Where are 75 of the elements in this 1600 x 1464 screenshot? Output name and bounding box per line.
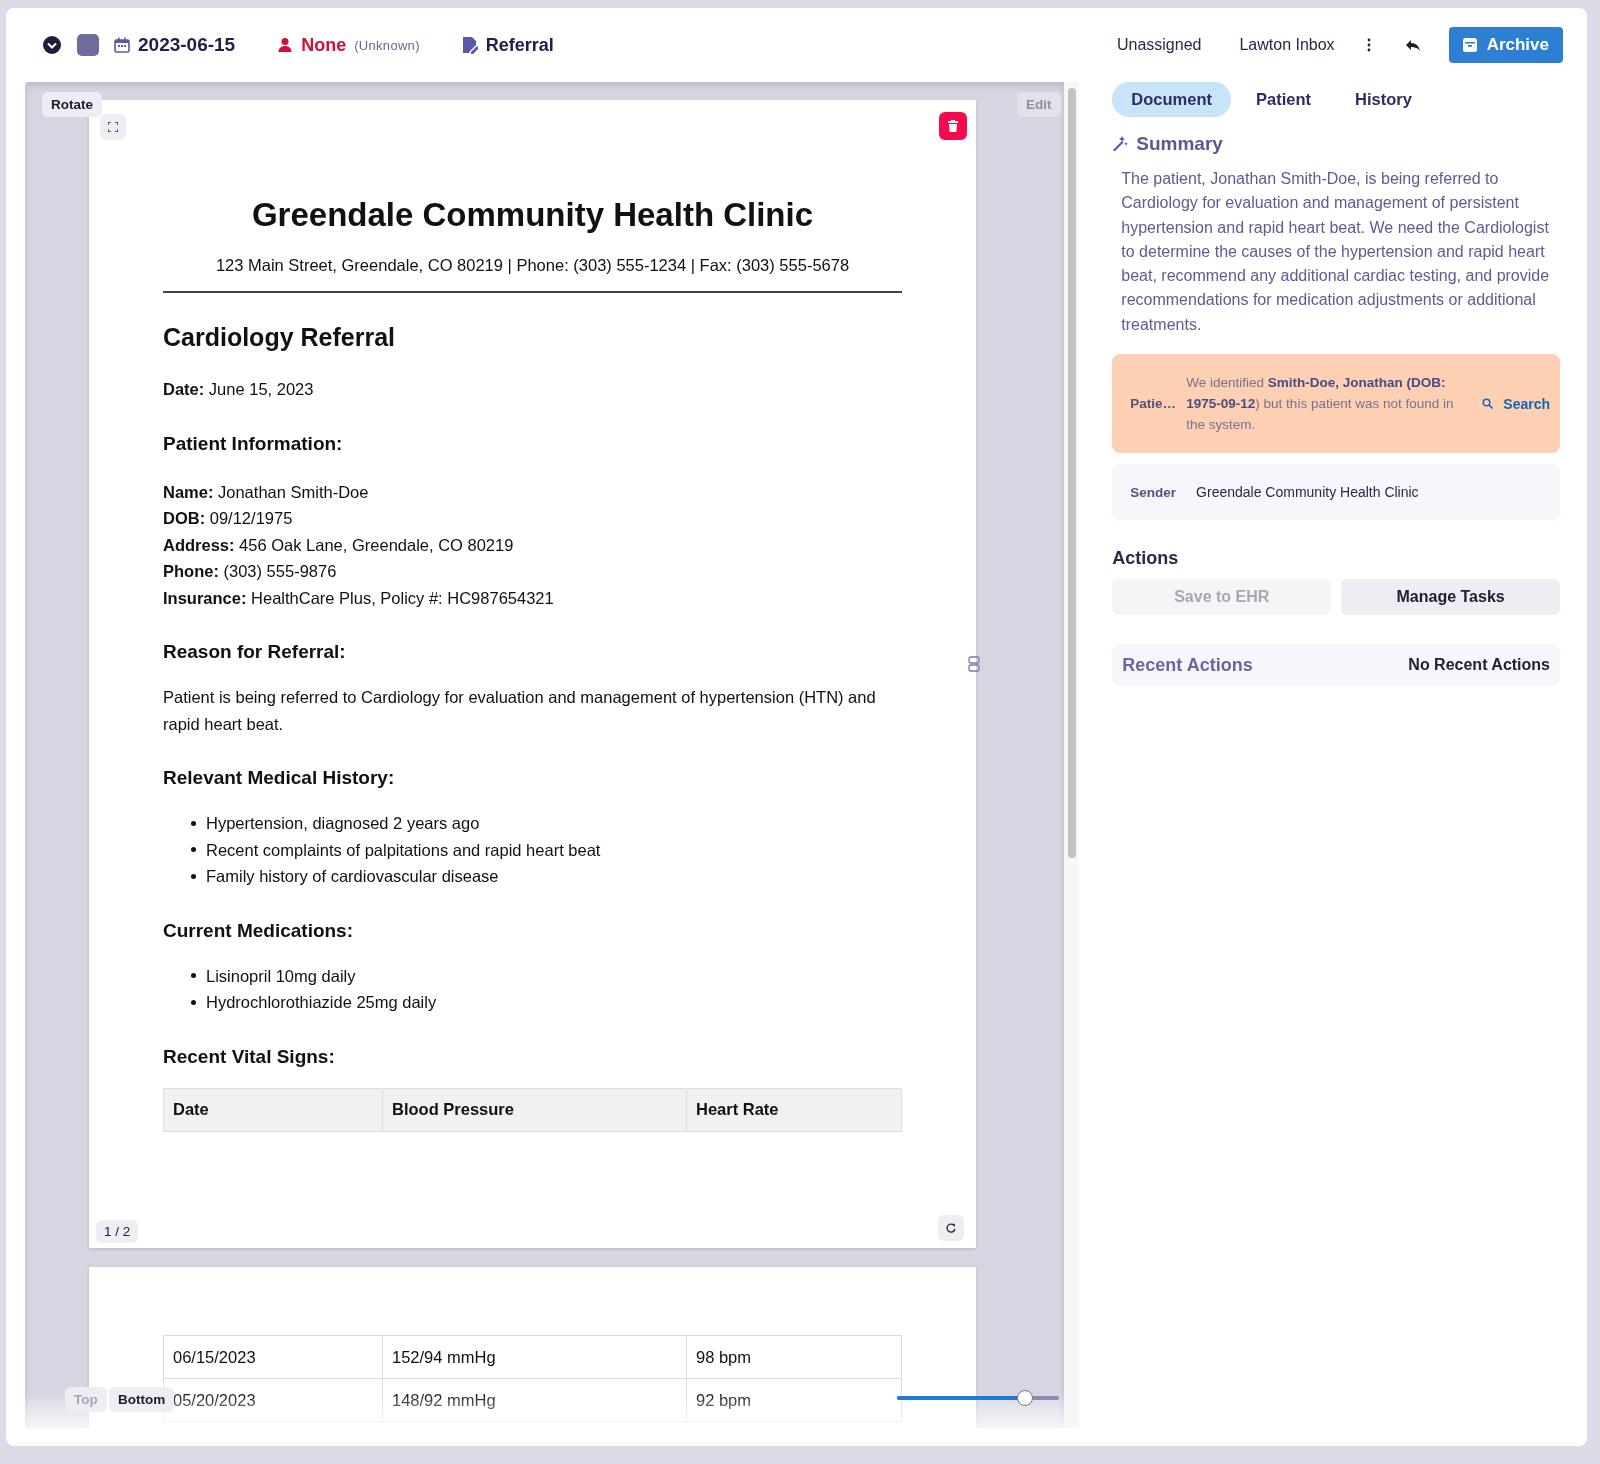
rotate-page-button[interactable] [938, 1215, 964, 1241]
column-header: Date [163, 1088, 383, 1131]
table-cell: 148/92 mmHg [382, 1378, 687, 1422]
bullet-dot [191, 820, 196, 826]
magic-wand-icon [1112, 136, 1129, 152]
clinic-address: 123 Main Street, Greendale, CO 80219 | Phone: (303) 555-1234 | Fax: (303) 555-5678 [163, 256, 902, 293]
bullet-dot [191, 847, 196, 853]
page-indicator: 1 / 2 [96, 1220, 139, 1243]
document-edit-icon [461, 36, 478, 54]
recent-actions-value: No Recent Actions [1408, 656, 1550, 675]
chevron-down-icon[interactable] [42, 35, 62, 55]
list-item: Recent complaints of palpitations and rapid heart beat [206, 839, 601, 861]
field-line: Date: June 15, 2023 [163, 379, 315, 400]
recent-actions-heading: Recent Actions [1122, 654, 1253, 676]
expand-icon [108, 122, 118, 132]
table-cell: 06/15/2023 [163, 1335, 383, 1379]
bullet-dot [191, 973, 196, 979]
zoom-slider[interactable] [897, 1390, 1059, 1406]
action-button[interactable]: Manage Tasks [1341, 579, 1560, 616]
clinic-name: Greendale Community Health Clinic [250, 196, 815, 234]
search-icon [1482, 398, 1494, 410]
scrollbar-thumb[interactable] [1067, 88, 1076, 858]
rotate-icon [945, 1222, 957, 1234]
list-item: Hydrochlorothiazide 25mg daily [206, 992, 437, 1013]
section-heading: Current Medications: [163, 919, 355, 942]
table-cell: 92 bpm [686, 1378, 902, 1422]
field-line: DOB: 09/12/1975 [163, 508, 294, 529]
column-header: Blood Pressure [382, 1088, 687, 1131]
table-cell: 98 bpm [686, 1335, 902, 1379]
search-button[interactable]: Search [1482, 395, 1550, 412]
patient-name[interactable]: None [301, 34, 347, 56]
slider-thumb[interactable] [1016, 1390, 1033, 1406]
banner-message: We identified Smith-Doe, Jonathan (DOB: 1975-09-12) but this patient was not found in the system. [1186, 374, 1455, 435]
rotate-button[interactable]: Rotate [42, 92, 102, 117]
column-header: Heart Rate [686, 1088, 902, 1131]
scroll-bottom-button[interactable]: Bottom [109, 1387, 175, 1412]
patient-status: (Unknown) [354, 37, 420, 53]
trash-icon [948, 120, 958, 132]
section-heading: Patient Information: [163, 432, 344, 455]
calendar-icon [114, 37, 130, 53]
document-type[interactable]: Referral [485, 34, 554, 56]
person-icon [277, 37, 294, 53]
table-cell: 152/94 mmHg [382, 1335, 687, 1379]
archive-button[interactable]: Archive [1448, 27, 1563, 63]
section-heading: Reason for Referral: [163, 641, 347, 663]
list-item: Lisinopril 10mg daily [206, 965, 356, 987]
sender-value: Greendale Community Health Clinic [1196, 484, 1419, 501]
split-view-icon[interactable] [968, 656, 980, 672]
tab[interactable]: Patient [1236, 82, 1330, 117]
summary-heading: Summary [1136, 133, 1223, 155]
paragraph: Patient is being referred to Cardiology for evaluation and management of hypertension (HTN) and rapid heart beat. [163, 687, 877, 735]
bullet-dot [191, 873, 196, 879]
date-text: 2023-06-15 [138, 34, 236, 56]
field-line: Phone: (303) 555-9876 [163, 561, 338, 582]
bullet-dot [191, 999, 196, 1005]
summary-text: The patient, Jonathan Smith-Doe, is being referred to Cardiology for evaluation and management of persistent hypertension and rapid heart beat. We need the Cardiologist to determine the causes of the hypertension and rapid heart beat, recommend any additional cardiac testing, and provide recommendations for medication adjustments or additional treatments. [1121, 169, 1551, 335]
expand-button[interactable] [100, 114, 126, 140]
document-title: Cardiology Referral [163, 323, 396, 352]
section-heading: Relevant Medical History: [163, 767, 396, 789]
assignee-text[interactable]: Unassigned [1116, 36, 1202, 54]
sender-label: Sender [1130, 484, 1177, 500]
inbox-text[interactable]: Lawton Inbox [1239, 36, 1335, 54]
list-item: Hypertension, diagnosed 2 years ago [206, 813, 480, 834]
delete-button[interactable] [939, 112, 967, 140]
banner-label: Patie… [1130, 396, 1177, 412]
archive-icon [1462, 38, 1477, 52]
field-line: Name: Jonathan Smith-Doe [163, 481, 370, 503]
section-heading: Recent Vital Signs: [163, 1045, 336, 1068]
field-line: Address: 456 Oak Lane, Greendale, CO 80219 [163, 534, 515, 556]
list-item: Family history of cardiovascular disease [206, 866, 499, 887]
square-icon[interactable] [76, 33, 100, 57]
field-line: Insurance: HealthCare Plus, Policy #: HC987654321 [163, 587, 555, 609]
actions-heading: Actions [1112, 548, 1180, 570]
tab[interactable]: Document [1112, 82, 1231, 117]
tab[interactable]: History [1336, 82, 1431, 117]
